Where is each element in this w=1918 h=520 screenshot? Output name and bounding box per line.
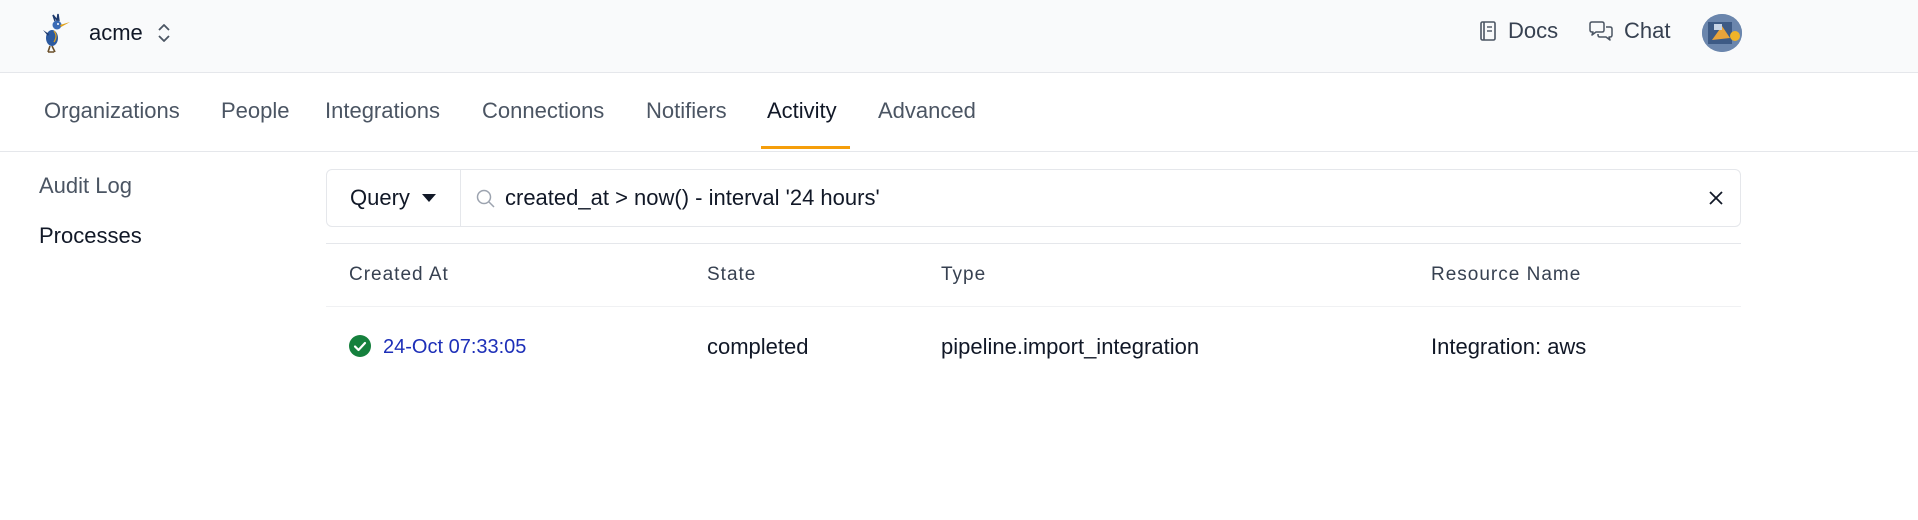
created-at-link[interactable]: 24-Oct 07:33:05 <box>383 336 526 359</box>
roadrunner-logo-icon <box>40 12 76 54</box>
query-mode-dropdown[interactable]: Query <box>327 170 461 226</box>
column-header-created-at[interactable]: Created At <box>349 264 449 286</box>
search-icon <box>475 188 497 210</box>
column-header-state[interactable]: State <box>707 264 756 286</box>
tab-connections[interactable]: Connections <box>482 73 604 151</box>
sidebar-item-processes[interactable]: Processes <box>39 223 142 249</box>
active-tab-indicator <box>761 146 850 149</box>
type-cell: pipeline.import_integration <box>941 334 1200 359</box>
caret-down-icon <box>421 194 436 202</box>
clear-query-icon[interactable] <box>1706 188 1726 208</box>
tab-organizations[interactable]: Organizations <box>44 73 180 151</box>
table-row[interactable]: 24-Oct 07:33:05 completed pipeline.impor… <box>326 307 1741 387</box>
chevron-up-down-icon <box>157 22 171 44</box>
resource-name-cell: Integration: aws <box>1431 334 1587 359</box>
chat-bubbles-icon <box>1588 20 1614 42</box>
query-bar: Query <box>326 169 1741 227</box>
top-bar: acme Docs Chat <box>0 0 1918 73</box>
tab-advanced[interactable]: Advanced <box>878 73 976 151</box>
tab-notifiers[interactable]: Notifiers <box>646 73 727 151</box>
column-header-resource-name[interactable]: Resource Name <box>1431 264 1581 286</box>
column-header-type[interactable]: Type <box>941 264 986 286</box>
docs-link[interactable]: Docs <box>1478 18 1558 44</box>
tab-activity[interactable]: Activity <box>767 73 837 151</box>
chat-link[interactable]: Chat <box>1588 18 1670 44</box>
state-cell: completed <box>707 334 809 359</box>
user-avatar[interactable] <box>1702 14 1742 52</box>
tab-people[interactable]: People <box>221 73 290 151</box>
docs-label: Docs <box>1508 18 1559 43</box>
success-check-icon <box>349 335 371 357</box>
query-mode-label: Query <box>350 185 410 210</box>
book-icon <box>1478 20 1498 42</box>
processes-table: Created At State Type Resource Name 24-O… <box>326 243 1741 387</box>
table-header: Created At State Type Resource Name <box>326 243 1741 307</box>
tab-integrations[interactable]: Integrations <box>325 73 440 151</box>
org-name: acme <box>89 20 143 45</box>
query-input[interactable] <box>505 178 1665 218</box>
chat-label: Chat <box>1624 18 1671 43</box>
org-switcher[interactable]: acme <box>40 12 171 54</box>
sidebar-item-audit-log[interactable]: Audit Log <box>39 173 132 199</box>
main-tabs: Organizations People Integrations Connec… <box>0 73 1918 152</box>
